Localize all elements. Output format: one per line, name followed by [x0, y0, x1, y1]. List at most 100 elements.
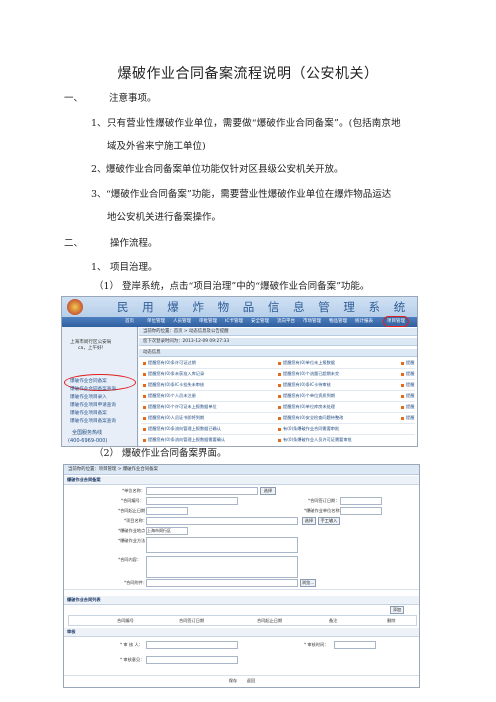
item-1-line-2: 域及外省来宁施工单位) [107, 141, 206, 152]
auditor-input[interactable] [146, 641, 238, 649]
attachment-input[interactable] [146, 579, 298, 587]
step-2-text: 爆破作业合同备案界面。 [122, 448, 227, 459]
row-divider [141, 379, 415, 380]
label-auditor: * 审 核 人： [120, 642, 143, 647]
label-audit-date: * 审核时间： [304, 642, 329, 647]
contract-no-input[interactable] [146, 497, 238, 505]
notice-right-1[interactable]: 提醒您有(0)单位未上报数据 [278, 360, 335, 366]
browse-button[interactable]: 浏览... [300, 579, 316, 587]
nav-ic-card[interactable]: IC卡管理 [225, 318, 243, 324]
label-contract-period: *合同起止日期： [118, 508, 150, 513]
police-emblem-icon [67, 299, 83, 315]
notice-far-2[interactable]: 提醒 [401, 371, 414, 377]
add-button[interactable]: 添加 [390, 606, 404, 614]
nav-market[interactable]: 市场管理 [303, 318, 321, 324]
notice-left-4[interactable]: 提醒您有(0)个人员未注册 [143, 393, 196, 399]
notice-far-1[interactable]: 提醒 [401, 360, 414, 366]
menu-contract-query[interactable]: 爆破作业合同备案查询 [70, 386, 116, 392]
row-divider [141, 412, 415, 413]
menu-project-filing-query[interactable]: 爆破作业项目备案查询 [70, 418, 116, 424]
nav-home[interactable]: 首页 [125, 318, 134, 324]
notice-left-2[interactable]: 提醒您有(0)条未获准入库记录 [143, 371, 204, 377]
label-project-name: *项目名称： [124, 518, 148, 523]
hotline-title: 全国服务热线 [72, 430, 103, 436]
item-3-number: 3、 [91, 189, 107, 200]
screenshot-contract-form: 当前你的位置：项目管理 > 爆破作业合同备案 爆破作业合同备案 *单位名称： 选… [63, 464, 420, 688]
nav-unit[interactable]: 单位管理 [147, 318, 165, 324]
label-attachment: *合同附件： [124, 580, 148, 585]
notice-right-5[interactable]: 提醒您有(0)单位库房未处理 [278, 404, 335, 410]
label-blast-place: *爆破作业地点： [118, 528, 150, 533]
unit-name-input[interactable] [146, 487, 258, 495]
divider [64, 675, 419, 676]
user-greeting: ca，上午好! [78, 346, 104, 351]
label-sign-date: *合同签订日期： [308, 498, 340, 503]
form-section-title: 爆破作业合同备案 [64, 476, 419, 485]
section-1-number: 一、 [64, 93, 84, 104]
step-1-text: 登岸系统，点击“项目治理”中的“爆破作业合同备案”功能。 [122, 281, 370, 292]
section-2-heading: 操作流程。 [110, 238, 158, 249]
nav-approval[interactable]: 审批管理 [199, 318, 217, 324]
notice-right-7[interactable]: 有(0)条爆破作业合同需要审批 [278, 426, 339, 432]
menu-project-apply-query[interactable]: 爆破作业项目申请查询 [70, 402, 116, 408]
notice-left-1[interactable]: 提醒您有(0)条许可证过期 [143, 360, 196, 366]
login-time-bar: 您下次登录时间为：2013-12-09 09:27:33 [139, 338, 417, 346]
menu-project-filing[interactable]: 爆破作业项目备案 [70, 410, 107, 416]
col-sign-date: 合同签订日期 [179, 618, 205, 623]
label-blast-unit: *爆破作业单位名称： [304, 508, 344, 513]
notice-left-7[interactable]: 提醒您有(0)条流向管理上报数据已确认 [143, 426, 221, 432]
menu-contract-filing[interactable]: 爆破作业合同备案 [70, 378, 107, 384]
unit-select-button[interactable]: 选择 [260, 487, 276, 495]
col-remark: 备注 [329, 618, 338, 623]
section-1-heading: 注意事项。 [109, 93, 157, 104]
notice-left-3[interactable]: 提醒您有(0)条IC卡挂失未审核 [143, 382, 204, 388]
menu-project-entry[interactable]: 爆破作业项目录入 [70, 394, 107, 400]
notice-right-2[interactable]: 提醒您有(0)个流量已超期未交 [278, 371, 339, 377]
notice-left-6[interactable]: 提醒您有(0)人员证书即将到期 [143, 415, 204, 421]
notice-right-4[interactable]: 提醒您有(0)个单位资质到期 [278, 393, 335, 399]
item-2-number: 2、 [91, 164, 107, 175]
notice-left-5[interactable]: 提醒您有(0)个许可证未上报数据单位 [143, 404, 217, 410]
back-button[interactable]: 返回 [246, 678, 256, 684]
contract-period-input[interactable] [146, 507, 188, 515]
main-panel: 当前你的位置：首页 > 动态信息及公告提醒 您下次登录时间为：2013-12-0… [139, 327, 417, 446]
nav-flow[interactable]: 流向平台 [277, 318, 295, 324]
project-name-input[interactable] [146, 517, 298, 525]
system-banner: 民 用 爆 炸 物 品 信 息 管 理 系 统 [62, 297, 417, 317]
nav-safety[interactable]: 安全管理 [251, 318, 269, 324]
notice-right-6[interactable]: 提醒您有(0)安全检查问题待整改 [278, 415, 343, 421]
notice-right-8[interactable]: 有(0)条爆破作业人员许可证需要审批 [278, 437, 352, 443]
label-unit-name: *单位名称： [122, 488, 146, 493]
label-audit-opinion: * 审核意见： [120, 657, 145, 662]
audit-date-input[interactable] [334, 641, 376, 649]
breadcrumb: 当前你的位置：首页 > 动态信息及公告提醒 [139, 328, 417, 336]
nav-project-management[interactable]: 项目管理 [383, 316, 409, 327]
sign-date-input[interactable] [340, 497, 382, 505]
notice-far-3[interactable]: 提醒 [401, 382, 414, 388]
step-1-number: （1） [94, 281, 120, 292]
blast-method-textarea[interactable] [146, 537, 298, 553]
hotline-number: (400-6969-000) [68, 438, 108, 444]
blast-place-input[interactable]: 上海市闵行区 [146, 527, 188, 535]
blast-unit-input[interactable] [340, 507, 382, 515]
save-button[interactable]: 保存 [228, 678, 238, 684]
nav-personnel[interactable]: 人员管理 [173, 318, 191, 324]
contract-content-textarea[interactable] [146, 556, 298, 578]
notice-far-4[interactable]: 提醒 [401, 393, 414, 399]
nav-stats[interactable]: 统计报表 [355, 318, 373, 324]
notice-left-8[interactable]: 提醒您有(0)条流向管理上报数据需要确认 [143, 437, 225, 443]
label-blast-method: *爆破作业方法： [118, 538, 150, 543]
col-delete: 删除 [387, 618, 396, 623]
section-2-number: 二、 [64, 238, 84, 249]
notice-right-3[interactable]: 提醒您有(0)条IC卡待审核 [278, 382, 331, 388]
label-contract-no: *合同编号： [121, 498, 145, 503]
nav-goods[interactable]: 物品管理 [329, 318, 347, 324]
notice-far-6[interactable]: 提醒 [401, 415, 414, 421]
manual-input-button[interactable]: 手工输入 [318, 517, 340, 525]
project-select-button[interactable]: 选择 [302, 517, 316, 525]
item-3-line-2: 地公安机关进行备案操作。 [107, 212, 222, 223]
notice-far-5[interactable]: 提醒 [401, 404, 414, 410]
row-divider [141, 423, 415, 424]
audit-opinion-input[interactable] [146, 656, 238, 664]
item-1-number: 1、 [91, 118, 107, 129]
